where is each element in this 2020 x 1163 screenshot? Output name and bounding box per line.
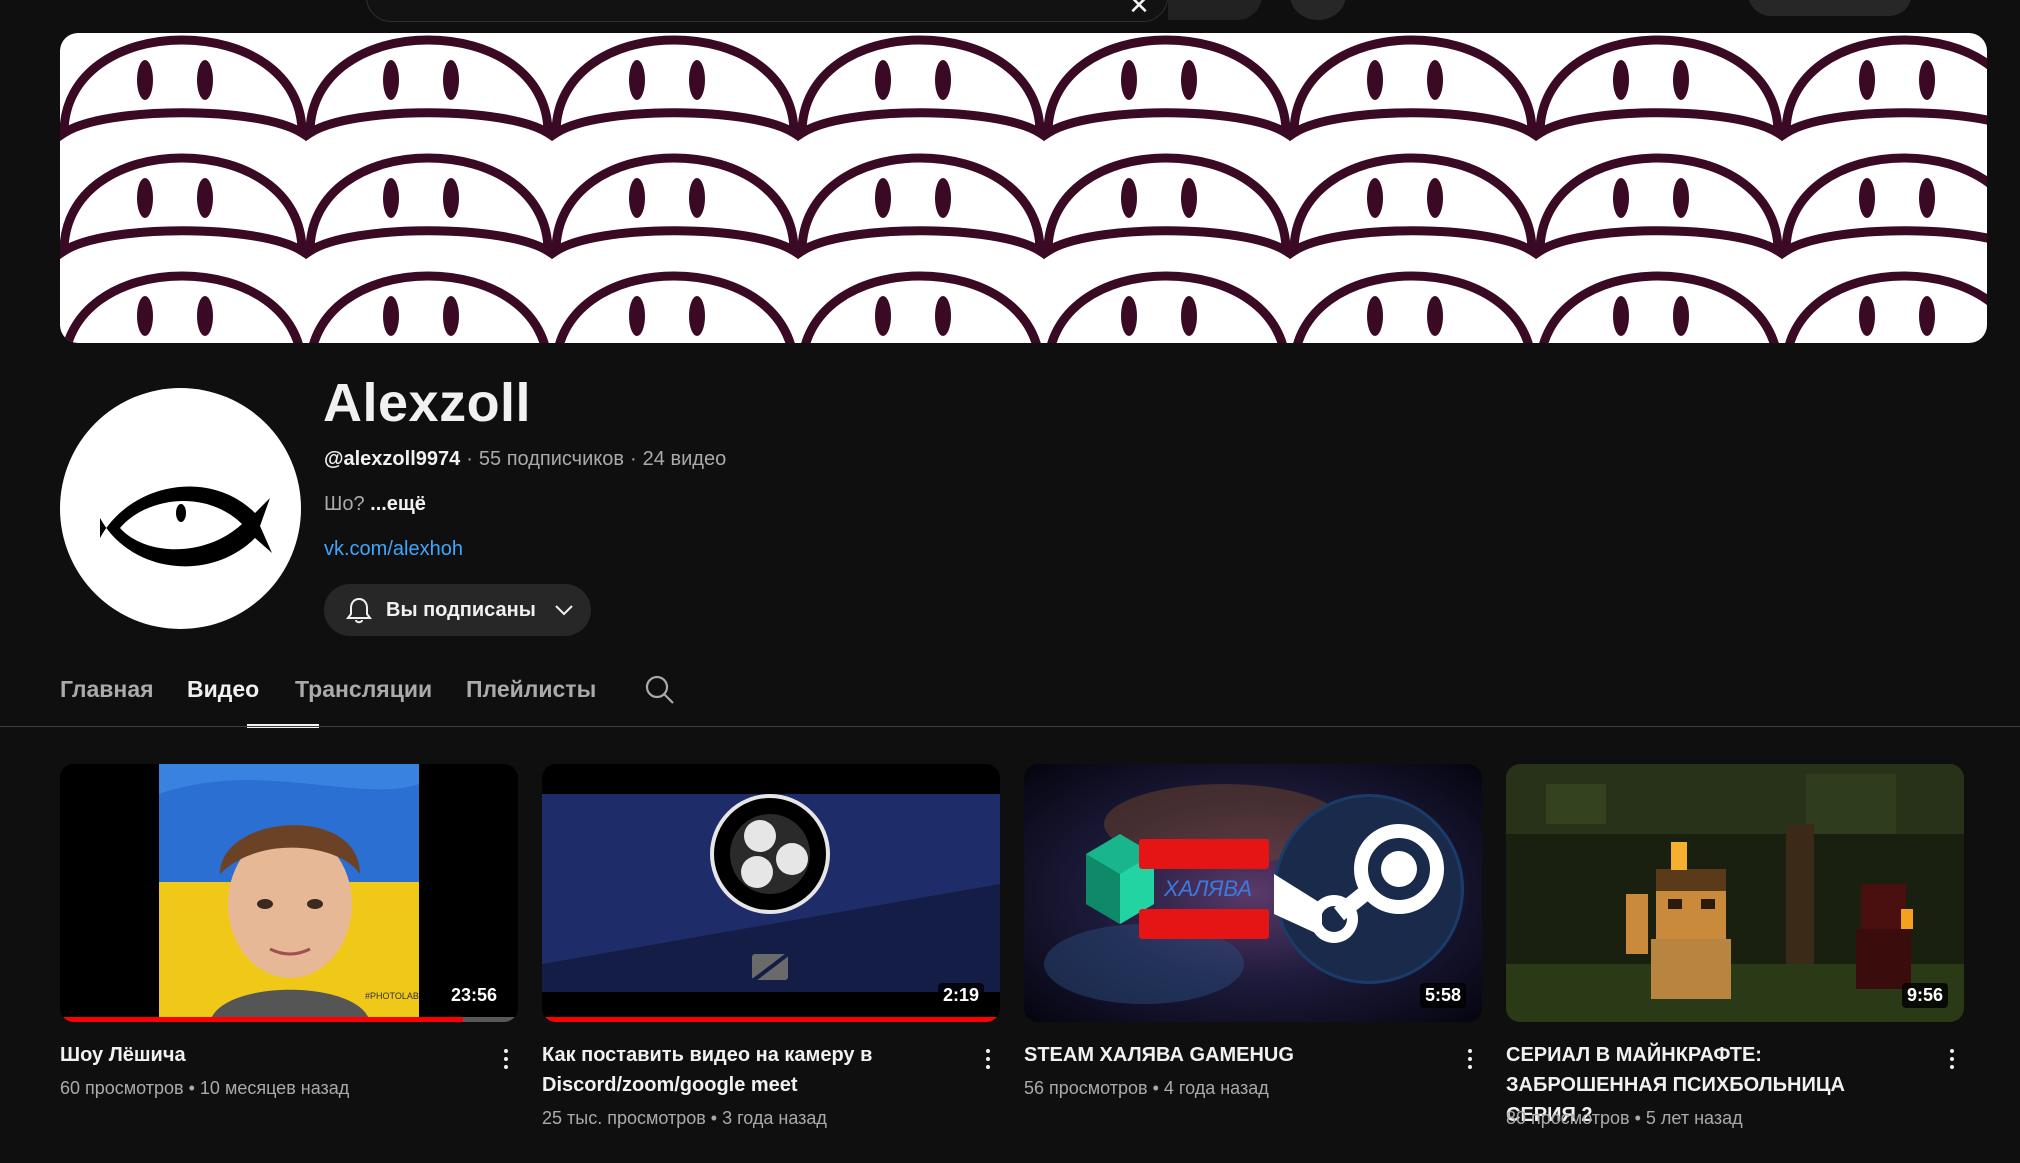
banner-eye-shape bbox=[797, 153, 1045, 260]
video-duration: 2:19 bbox=[937, 983, 984, 1008]
thumbnail-minecraft-image bbox=[1506, 764, 1964, 1022]
banner-eye-shape bbox=[1293, 271, 1533, 343]
video-thumbnail[interactable]: 2:19 bbox=[542, 764, 1000, 1022]
video-title[interactable]: STEAM ХАЛЯВА GAMEHUG bbox=[1024, 1040, 1424, 1070]
tabs-divider bbox=[0, 726, 2020, 727]
banner-eye-shape bbox=[1289, 35, 1537, 142]
more-vert-icon[interactable] bbox=[1940, 1046, 1964, 1076]
banner-eye-shape bbox=[1535, 35, 1783, 142]
watch-progress bbox=[60, 1017, 464, 1022]
notifications-icon[interactable] bbox=[1944, 0, 1970, 8]
more-vert-icon[interactable] bbox=[494, 1046, 518, 1076]
view-count: 56 просмотров bbox=[1024, 1078, 1148, 1098]
search-button[interactable] bbox=[1168, 0, 1262, 20]
thumb-watermark: #PHOTOLAB bbox=[365, 991, 419, 1001]
more-link[interactable]: ...ещё bbox=[370, 493, 426, 515]
thumb-caption: ХАЛЯВА bbox=[1163, 876, 1252, 901]
thumbnail-steam-image: ХАЛЯВА bbox=[1024, 764, 1482, 1022]
banner-eye-shape bbox=[1781, 35, 1987, 142]
tab-live[interactable]: Трансляции bbox=[295, 676, 432, 703]
video-meta: 60 просмотров • 10 месяцев назад bbox=[60, 1078, 350, 1098]
banner-eye-shape bbox=[60, 153, 307, 260]
view-count: 80 просмотров bbox=[1506, 1108, 1630, 1128]
banner-eye-pattern bbox=[60, 35, 1987, 343]
video-title[interactable]: Шоу Лёшича bbox=[60, 1040, 460, 1070]
banner-eye-shape bbox=[801, 271, 1041, 343]
banner-eye-shape bbox=[1535, 153, 1783, 260]
banner-eye-shape bbox=[1781, 153, 1987, 260]
channel-meta: @alexzoll9974 · 55 подписчиков · 24 видео bbox=[324, 448, 726, 471]
search-icon[interactable] bbox=[644, 674, 676, 706]
video-count: 24 видео bbox=[642, 448, 727, 470]
channel-name: Alexzoll bbox=[323, 373, 532, 433]
avatar-eye-fish-icon bbox=[100, 486, 272, 567]
channel-handle: @alexzoll9974 bbox=[324, 448, 461, 470]
view-count: 25 тыс. просмотров bbox=[542, 1108, 706, 1128]
video-card[interactable]: 9:56 СЕРИАЛ В МАЙНКРАФТЕ: ЗАБРОШЕННАЯ ПС… bbox=[1506, 764, 1964, 1128]
more-vert-icon[interactable] bbox=[1458, 1046, 1482, 1076]
banner-eye-shape bbox=[1289, 153, 1537, 260]
video-meta: 80 просмотров • 5 лет назад bbox=[1506, 1108, 1743, 1128]
upload-age: 4 года назад bbox=[1163, 1078, 1269, 1098]
video-duration: 5:58 bbox=[1419, 983, 1466, 1008]
banner-eye-shape bbox=[1785, 271, 1987, 343]
subscribed-button[interactable]: Вы подписаны bbox=[324, 584, 591, 636]
channel-link[interactable]: vk.com/alexhoh bbox=[324, 538, 463, 561]
banner-eye-shape bbox=[551, 153, 799, 260]
create-button[interactable] bbox=[1748, 0, 1912, 16]
video-duration: 9:56 bbox=[1901, 983, 1948, 1008]
subscribed-label: Вы подписаны bbox=[386, 598, 536, 621]
banner-eye-shape bbox=[305, 153, 553, 260]
channel-banner bbox=[60, 33, 1987, 343]
banner-eye-shape bbox=[60, 35, 307, 142]
banner-eye-shape bbox=[63, 271, 303, 343]
bell-icon bbox=[346, 597, 372, 624]
channel-description[interactable]: Шо? ...ещё bbox=[324, 493, 426, 516]
video-thumbnail[interactable]: ХАЛЯВА 5:58 bbox=[1024, 764, 1482, 1022]
more-vert-icon[interactable] bbox=[976, 1046, 1000, 1076]
separator-dot: · bbox=[630, 448, 637, 470]
thumbnail-obs-image bbox=[542, 764, 1000, 1022]
search-input[interactable] bbox=[366, 0, 1168, 22]
tab-playlists[interactable]: Плейлисты bbox=[466, 676, 596, 703]
chevron-down-icon bbox=[555, 605, 573, 616]
video-title[interactable]: Как поставить видео на камеру в Discord/… bbox=[542, 1040, 942, 1100]
video-meta: 56 просмотров • 4 года назад bbox=[1024, 1078, 1269, 1098]
video-card[interactable]: 2:19 Как поставить видео на камеру в Dis… bbox=[542, 764, 1000, 1128]
video-duration: 23:56 bbox=[445, 983, 502, 1008]
banner-eye-shape bbox=[551, 35, 799, 142]
video-card[interactable]: #PHOTOLAB 23:56 Шоу Лёшича 60 просмотров… bbox=[60, 764, 518, 1098]
banner-eye-shape bbox=[1043, 35, 1291, 142]
subscriber-count: 55 подписчиков bbox=[478, 448, 624, 470]
tab-videos[interactable]: Видео bbox=[187, 676, 259, 703]
separator-dot: · bbox=[466, 448, 473, 470]
description-text: Шо? bbox=[324, 493, 365, 515]
masthead: ✕ bbox=[0, 0, 2020, 22]
video-thumbnail[interactable]: #PHOTOLAB 23:56 bbox=[60, 764, 518, 1022]
avatar[interactable] bbox=[60, 388, 301, 629]
mic-icon[interactable] bbox=[1290, 0, 1346, 20]
banner-eye-shape bbox=[797, 35, 1045, 142]
banner-eye-shape bbox=[555, 271, 795, 343]
video-thumbnail[interactable]: 9:56 bbox=[1506, 764, 1964, 1022]
banner-eye-shape bbox=[309, 271, 549, 343]
banner-eye-shape bbox=[1043, 153, 1291, 260]
video-meta: 25 тыс. просмотров • 3 года назад bbox=[542, 1108, 827, 1128]
banner-eye-shape bbox=[1539, 271, 1779, 343]
banner-eye-shape bbox=[1047, 271, 1287, 343]
banner-eye-shape bbox=[305, 35, 553, 142]
tab-home[interactable]: Главная bbox=[60, 676, 154, 703]
upload-age: 3 года назад bbox=[722, 1108, 827, 1128]
upload-age: 10 месяцев назад bbox=[199, 1078, 350, 1098]
watch-progress bbox=[542, 1017, 1000, 1022]
view-count: 60 просмотров bbox=[60, 1078, 184, 1098]
video-card[interactable]: ХАЛЯВА 5:58 STEAM ХАЛЯВА GAMEHUG 56 прос… bbox=[1024, 764, 1482, 1098]
upload-age: 5 лет назад bbox=[1645, 1108, 1743, 1128]
close-icon[interactable]: ✕ bbox=[1126, 0, 1152, 18]
